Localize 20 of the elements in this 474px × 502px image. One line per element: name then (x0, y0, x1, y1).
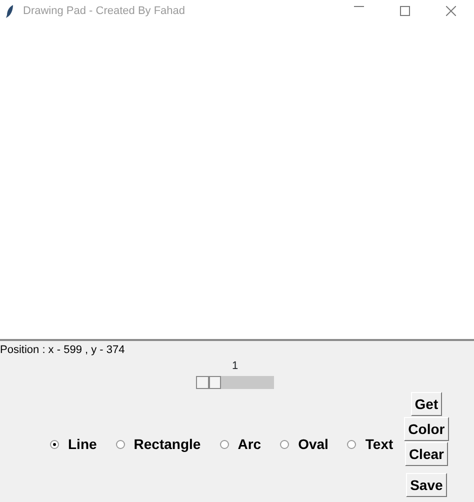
radio-dot[interactable] (220, 440, 229, 449)
window-title: Drawing Pad - Created By Fahad (23, 4, 186, 19)
action-button[interactable]: Clear (404, 442, 448, 466)
slider-value: 1 (232, 361, 238, 372)
tool-radio[interactable]: Line (50, 434, 97, 455)
tool-radio[interactable]: Rectangle (116, 434, 201, 455)
action-button[interactable]: Save (406, 473, 447, 497)
radio-dot[interactable] (280, 440, 290, 449)
radio-dot[interactable] (347, 440, 356, 449)
radio-dot[interactable] (50, 440, 59, 449)
action-button[interactable]: Get (410, 392, 442, 416)
status-text: Position : x - 599 , y - 374 (0, 343, 126, 357)
tool-radio[interactable]: Arc (220, 434, 262, 455)
tool-radio[interactable]: Text (347, 434, 394, 455)
action-button[interactable]: Color (404, 417, 449, 441)
feather-icon (6, 4, 14, 18)
radio-dot[interactable] (116, 440, 125, 449)
maximize-icon[interactable] (400, 6, 410, 16)
tool-radio[interactable]: Oval (280, 434, 328, 455)
close-icon[interactable] (446, 6, 456, 16)
